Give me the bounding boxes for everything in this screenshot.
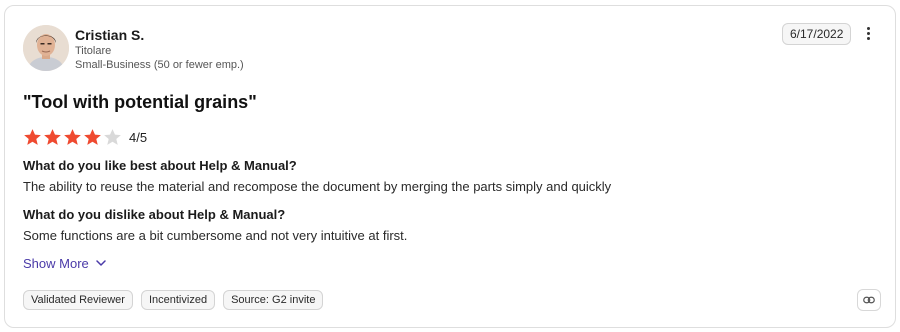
review-tags: Validated Reviewer Incentivized Source: … — [23, 290, 331, 310]
star-empty-icon — [104, 128, 121, 145]
tag-validated-reviewer: Validated Reviewer — [23, 290, 133, 310]
star-rating: 4/5 — [23, 127, 147, 147]
review-card: Cristian S. Titolare Small-Business (50 … — [4, 5, 896, 328]
review-title: "Tool with potential grains" — [23, 92, 257, 112]
more-vertical-icon[interactable] — [861, 25, 875, 43]
tag-incentivized: Incentivized — [140, 290, 216, 310]
answer-dislike: Some functions are a bit cumbersome and … — [23, 228, 408, 243]
review-date-badge: 6/17/2022 — [782, 23, 852, 45]
copy-link-button[interactable] — [857, 289, 881, 311]
show-more-label: Show More — [23, 256, 89, 271]
chevron-down-icon — [96, 260, 106, 266]
avatar-photo — [23, 25, 69, 71]
link-icon — [863, 296, 875, 304]
star-filled-icon — [24, 128, 41, 145]
rating-label: 4/5 — [129, 129, 148, 145]
star-filled-icon — [84, 128, 101, 145]
reviewer-segment: Small-Business (50 or fewer emp.) — [75, 59, 244, 71]
show-more-button[interactable]: Show More — [23, 256, 106, 271]
reviewer-title: Titolare — [75, 45, 112, 57]
star-row — [23, 128, 123, 147]
avatar[interactable] — [23, 25, 69, 71]
answer-like-best: The ability to reuse the material and re… — [23, 179, 612, 194]
star-filled-icon — [44, 128, 61, 145]
tag-source: Source: G2 invite — [223, 290, 324, 310]
star-filled-icon — [64, 128, 81, 145]
question-like-best: What do you like best about Help & Manua… — [23, 158, 297, 173]
question-dislike: What do you dislike about Help & Manual? — [23, 207, 286, 222]
reviewer-name[interactable]: Cristian S. — [75, 27, 144, 43]
